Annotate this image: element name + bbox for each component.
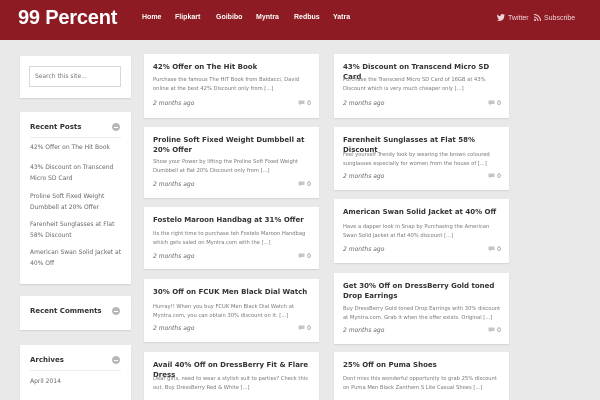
post-card: Avail 40% Off on DressBerry Fit & Flare …	[144, 352, 319, 400]
recent-comments-title: Recent Comments	[30, 307, 102, 315]
search-input[interactable]	[29, 66, 121, 87]
comment-icon	[298, 181, 305, 187]
nav-myntra[interactable]: Myntra	[256, 14, 279, 21]
comment-icon	[298, 253, 305, 259]
comment-icon	[298, 100, 305, 106]
post-card: American Swan Solid Jacket at 40% Off Ha…	[334, 199, 509, 263]
post-card: Proline Soft Fixed Weight Dumbbell at 20…	[144, 127, 319, 198]
post-title[interactable]: Proline Soft Fixed Weight Dumbbell at 20…	[153, 135, 311, 155]
divider	[30, 137, 121, 138]
post-card: 42% Offer on The Hit Book Purchase the f…	[144, 54, 319, 118]
site-logo[interactable]: 99 Percent	[18, 7, 117, 30]
post-title[interactable]: Get 30% Off on DressBerry Gold toned Dro…	[343, 281, 501, 301]
twitter-icon	[496, 14, 505, 21]
comment-count[interactable]: 0	[298, 325, 311, 332]
nav-redbus[interactable]: Redbus	[294, 14, 320, 21]
post-date: 2 months ago	[153, 325, 195, 332]
comment-icon	[488, 100, 495, 106]
post-excerpt: Purchase the famous The HIT Book from Ba…	[153, 77, 300, 92]
recent-post-link[interactable]: 42% Offer on The Hit Book	[30, 142, 122, 153]
post-date: 2 months ago	[343, 246, 385, 253]
search-widget	[20, 56, 131, 98]
collapse-icon[interactable]	[112, 356, 120, 364]
collapse-icon[interactable]	[112, 123, 120, 131]
nav-yatra[interactable]: Yatra	[333, 14, 350, 21]
post-card: Fostelo Maroon Handbag at 31% Offer Its …	[144, 207, 319, 269]
recent-post-link[interactable]: 43% Discount on Transcend Micro SD Card	[30, 162, 122, 184]
post-card: 30% Off on FCUK Men Black Dial Watch Hur…	[144, 279, 319, 342]
comment-count[interactable]: 0	[488, 100, 501, 107]
post-date: 2 months ago	[343, 173, 385, 180]
post-title[interactable]: 42% Offer on The Hit Book	[153, 62, 311, 72]
collapse-icon[interactable]	[112, 307, 120, 315]
archives-title: Archives	[30, 356, 64, 364]
rss-icon	[533, 14, 541, 22]
post-title[interactable]: 30% Off on FCUK Men Black Dial Watch	[153, 287, 311, 297]
twitter-link[interactable]: Twitter	[496, 14, 529, 22]
post-excerpt: Show your Power by lifting the Proline S…	[153, 159, 299, 174]
recent-comments-widget: Recent Comments	[20, 296, 131, 330]
nav-goibibo[interactable]: Goibibo	[216, 14, 242, 21]
post-excerpt: Hurray!! When you buy FCUK Men Black Dia…	[153, 304, 294, 319]
comment-icon	[488, 173, 495, 179]
nav-flipkart[interactable]: Flipkart	[175, 14, 200, 21]
site-header: 99 Percent Home Flipkart Goibibo Myntra …	[0, 0, 600, 40]
post-card: Get 30% Off on DressBerry Gold toned Dro…	[334, 273, 509, 344]
post-card: 25% Off on Puma Shoes Dont miss this won…	[334, 352, 509, 400]
recent-posts-title: Recent Posts	[30, 123, 82, 131]
comment-count[interactable]: 0	[298, 253, 311, 260]
nav-home[interactable]: Home	[142, 14, 161, 21]
subscribe-label: Subscribe	[544, 15, 576, 22]
comment-icon	[298, 325, 305, 331]
post-title[interactable]: American Swan Solid Jacket at 40% Off	[343, 207, 501, 217]
post-excerpt: Purchase the Transcend Micro SD Card of …	[343, 77, 486, 92]
post-excerpt: Dont miss this wonderful opportunity to …	[343, 376, 497, 391]
post-excerpt: Its the right time to purchase teh Foste…	[153, 231, 306, 246]
recent-post-link[interactable]: Farenheit Sunglasses at Flat 58% Discoun…	[30, 219, 122, 241]
post-card: Farenheit Sunglasses at Flat 58% Discoun…	[334, 127, 509, 190]
archive-link[interactable]: April 2014	[30, 376, 122, 387]
post-excerpt: Have a dapper look in Snap by Purchasing…	[343, 224, 490, 239]
post-title[interactable]: 25% Off on Puma Shoes	[343, 360, 501, 370]
post-excerpt: Buy DressBerry Gold toned Drop Earrings …	[343, 306, 501, 321]
post-date: 2 months ago	[343, 100, 385, 107]
comment-icon	[488, 327, 495, 333]
post-date: 2 months ago	[343, 327, 385, 334]
post-date: 2 months ago	[153, 181, 195, 188]
recent-posts-widget: Recent Posts 42% Offer on The Hit Book 4…	[20, 112, 131, 284]
comment-count[interactable]: 0	[298, 100, 311, 107]
post-title[interactable]: Fostelo Maroon Handbag at 31% Offer	[153, 215, 311, 225]
comment-count[interactable]: 0	[488, 246, 501, 253]
divider	[30, 370, 121, 371]
comment-count[interactable]: 0	[298, 181, 311, 188]
post-excerpt: Feel yourself Trendy look by wearing the…	[343, 152, 490, 167]
post-excerpt: Dear girls, need to wear a stylish suit …	[153, 376, 308, 391]
post-date: 2 months ago	[153, 253, 195, 260]
archives-widget: Archives April 2014	[20, 345, 131, 400]
recent-post-link[interactable]: Proline Soft Fixed Weight Dumbbell at 20…	[30, 191, 122, 213]
comment-count[interactable]: 0	[488, 327, 501, 334]
post-date: 2 months ago	[153, 100, 195, 107]
subscribe-link[interactable]: Subscribe	[533, 14, 576, 22]
recent-post-link[interactable]: American Swan Solid Jacket at 40% Off	[30, 247, 122, 269]
post-card: 43% Discount on Transcend Micro SD Card …	[334, 54, 509, 118]
twitter-label: Twitter	[508, 15, 529, 22]
comment-icon	[488, 246, 495, 252]
comment-count[interactable]: 0	[488, 173, 501, 180]
